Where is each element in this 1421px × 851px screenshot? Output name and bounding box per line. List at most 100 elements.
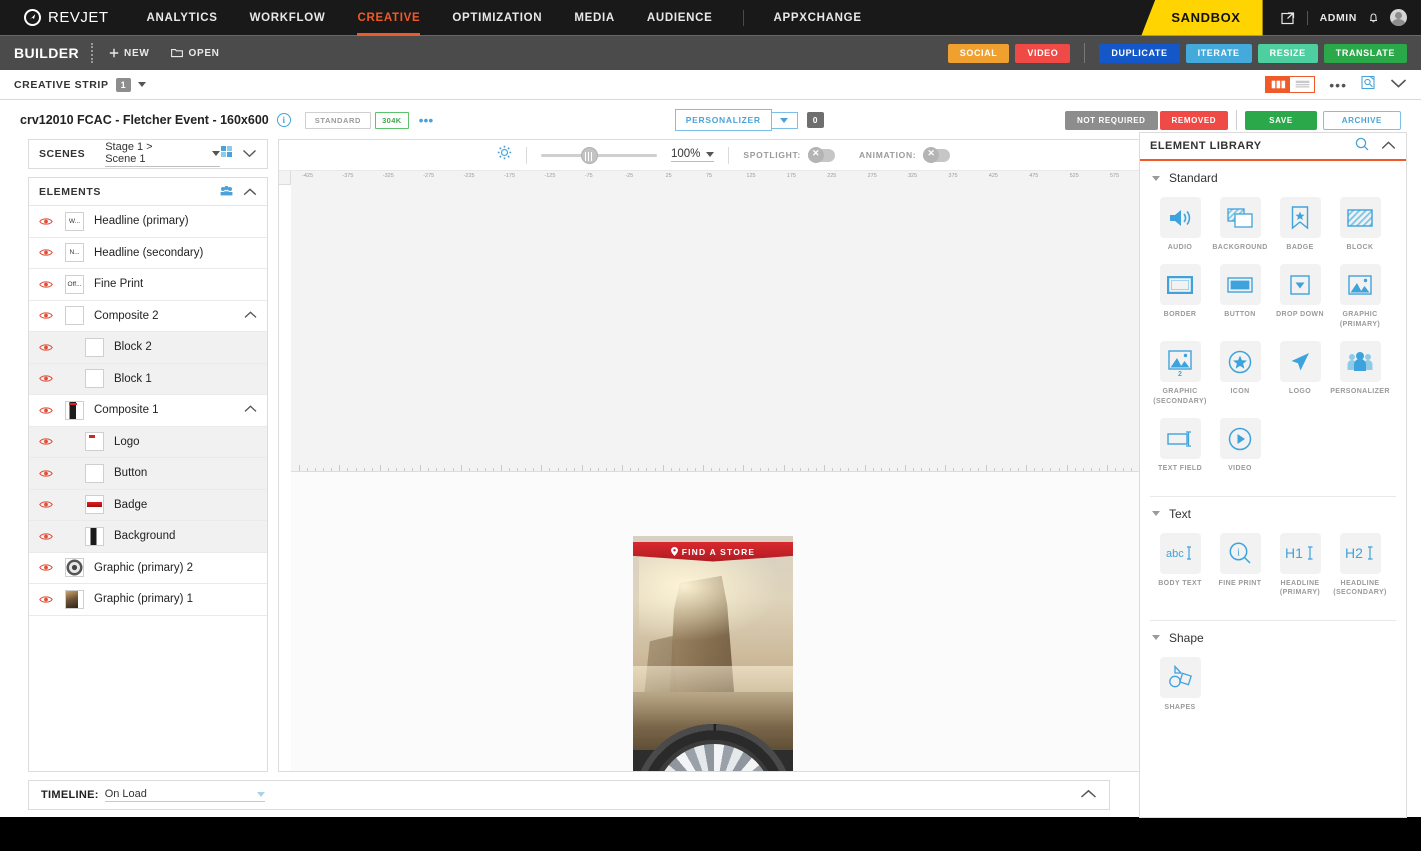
group-chevron-down-icon[interactable] [1152,511,1160,516]
element-row-headline-primary[interactable]: W... Headline (primary) [29,206,267,238]
collapse-chevron-icon[interactable] [244,310,257,322]
nav-workflow[interactable]: WORKFLOW [234,0,342,36]
visibility-eye-icon[interactable] [39,437,53,446]
library-item-background[interactable]: BACKGROUND [1211,197,1269,252]
library-item-headline-primary[interactable]: H1 HEADLINE (PRIMARY) [1271,533,1329,598]
element-row-graphic-primary-1[interactable]: Graphic (primary) 1 [29,584,267,616]
view-mode-toggle[interactable] [1265,76,1315,93]
library-collapse-chevron-icon[interactable] [1381,137,1396,155]
scenes-collapse-chevron-icon[interactable] [242,145,257,163]
library-item-graphic-secondary[interactable]: 2 GRAPHIC (SECONDARY) [1151,341,1209,406]
animation-toggle[interactable] [923,149,950,162]
zoom-slider-handle[interactable] [581,147,598,164]
visibility-eye-icon[interactable] [39,532,53,541]
grid-view-icon[interactable] [1266,77,1290,92]
visibility-eye-icon[interactable] [39,343,53,352]
not-required-button[interactable]: NOT REQUIRED [1065,111,1158,130]
zoom-slider[interactable] [541,154,657,157]
list-view-icon[interactable] [1290,77,1314,92]
element-row-background[interactable]: Background [29,521,267,553]
strip-edit-icon[interactable] [1361,75,1376,95]
personalizer-button[interactable]: PERSONALIZER [675,109,772,131]
admin-label[interactable]: ADMIN [1320,12,1357,24]
library-item-graphic-primary[interactable]: GRAPHIC (PRIMARY) [1331,264,1389,329]
social-button[interactable]: SOCIAL [948,44,1010,63]
visibility-eye-icon[interactable] [39,374,53,383]
new-button[interactable]: NEW [109,48,149,59]
bell-icon[interactable] [1367,11,1380,24]
duplicate-button[interactable]: DUPLICATE [1099,44,1179,63]
elements-collapse-chevron-icon[interactable] [243,183,257,201]
group-chevron-down-icon[interactable] [1152,635,1160,640]
nav-media[interactable]: MEDIA [558,0,631,36]
video-button[interactable]: VIDEO [1015,44,1070,63]
library-group-standard-header[interactable]: Standard [1140,161,1406,187]
creative-artboard[interactable]: FIND A STORE WE'VE DOUBLED OUR STORES NO… [633,536,793,772]
visibility-eye-icon[interactable] [39,595,53,604]
nav-analytics[interactable]: ANALYTICS [131,0,234,36]
element-row-block-2[interactable]: Block 2 [29,332,267,364]
info-icon[interactable]: i [277,113,291,127]
element-row-graphic-primary-2[interactable]: Graphic (primary) 2 [29,553,267,585]
library-item-text-field[interactable]: TEXT FIELD [1151,418,1209,473]
strip-more-icon[interactable]: ••• [1329,81,1347,89]
library-item-shapes[interactable]: SHAPES [1151,657,1209,712]
visibility-eye-icon[interactable] [39,248,53,257]
library-group-text-header[interactable]: Text [1140,497,1406,523]
spotlight-toggle[interactable] [808,149,835,162]
library-item-body-text[interactable]: abc BODY TEXT [1151,533,1209,598]
canvas-settings-gear-icon[interactable] [497,145,512,165]
scene-layers-icon[interactable] [220,145,233,163]
scene-selector[interactable]: Stage 1 > Scene 1 [105,141,220,167]
nav-audience[interactable]: AUDIENCE [631,0,729,36]
nav-appxchange[interactable]: APPXCHANGE [758,0,878,36]
visibility-eye-icon[interactable] [39,563,53,572]
element-row-logo[interactable]: Logo [29,427,267,459]
library-item-audio[interactable]: AUDIO [1151,197,1209,252]
element-row-block-1[interactable]: Block 1 [29,364,267,396]
translate-button[interactable]: TRANSLATE [1324,44,1407,63]
library-group-shape-header[interactable]: Shape [1140,621,1406,647]
save-button[interactable]: SAVE [1245,111,1317,130]
element-row-badge[interactable]: Badge [29,490,267,522]
creative-strip-chevron-down-icon[interactable] [138,82,146,87]
library-item-button[interactable]: BUTTON [1211,264,1269,329]
library-item-block[interactable]: BLOCK [1331,197,1389,252]
zoom-chevron-down-icon[interactable] [706,152,714,157]
visibility-eye-icon[interactable] [39,500,53,509]
element-row-composite-2[interactable]: Composite 2 [29,301,267,333]
visibility-eye-icon[interactable] [39,217,53,226]
library-item-headline-secondary[interactable]: H2 HEADLINE (SECONDARY) [1331,533,1389,598]
visibility-eye-icon[interactable] [39,406,53,415]
library-item-border[interactable]: BORDER [1151,264,1209,329]
nav-creative[interactable]: CREATIVE [341,0,436,36]
library-item-logo[interactable]: LOGO [1271,341,1329,406]
library-item-fine-print[interactable]: i FINE PRINT [1211,533,1269,598]
timeline-collapse-chevron-icon[interactable] [1080,786,1097,804]
element-row-button[interactable]: Button [29,458,267,490]
iterate-button[interactable]: ITERATE [1186,44,1252,63]
creative-more-icon[interactable]: ••• [419,117,434,123]
scene-chevron-down-icon[interactable] [212,151,220,156]
group-chevron-down-icon[interactable] [1152,176,1160,181]
library-item-drop-down[interactable]: DROP DOWN [1271,264,1329,329]
strip-collapse-chevron-icon[interactable] [1390,76,1407,94]
library-item-video[interactable]: VIDEO [1211,418,1269,473]
brand-logo[interactable]: REVJET [0,9,131,26]
visibility-eye-icon[interactable] [39,469,53,478]
personalizer-chevron-down-icon[interactable] [772,112,798,129]
element-row-headline-secondary[interactable]: N... Headline (secondary) [29,238,267,270]
resize-button[interactable]: RESIZE [1258,44,1318,63]
library-item-personalizer[interactable]: PERSONALIZER [1331,341,1389,406]
search-icon[interactable] [1355,137,1369,156]
zoom-value-selector[interactable]: 100% [671,148,714,162]
external-link-icon[interactable] [1281,11,1295,25]
library-item-badge[interactable]: BADGE [1271,197,1329,252]
visibility-eye-icon[interactable] [39,280,53,289]
timeline-selector[interactable]: On Load [105,788,265,802]
removed-button[interactable]: REMOVED [1160,111,1229,130]
nav-optimization[interactable]: OPTIMIZATION [436,0,558,36]
elements-group-icon[interactable] [220,183,233,201]
timeline-chevron-down-icon[interactable] [257,792,265,797]
open-button[interactable]: OPEN [171,48,219,59]
